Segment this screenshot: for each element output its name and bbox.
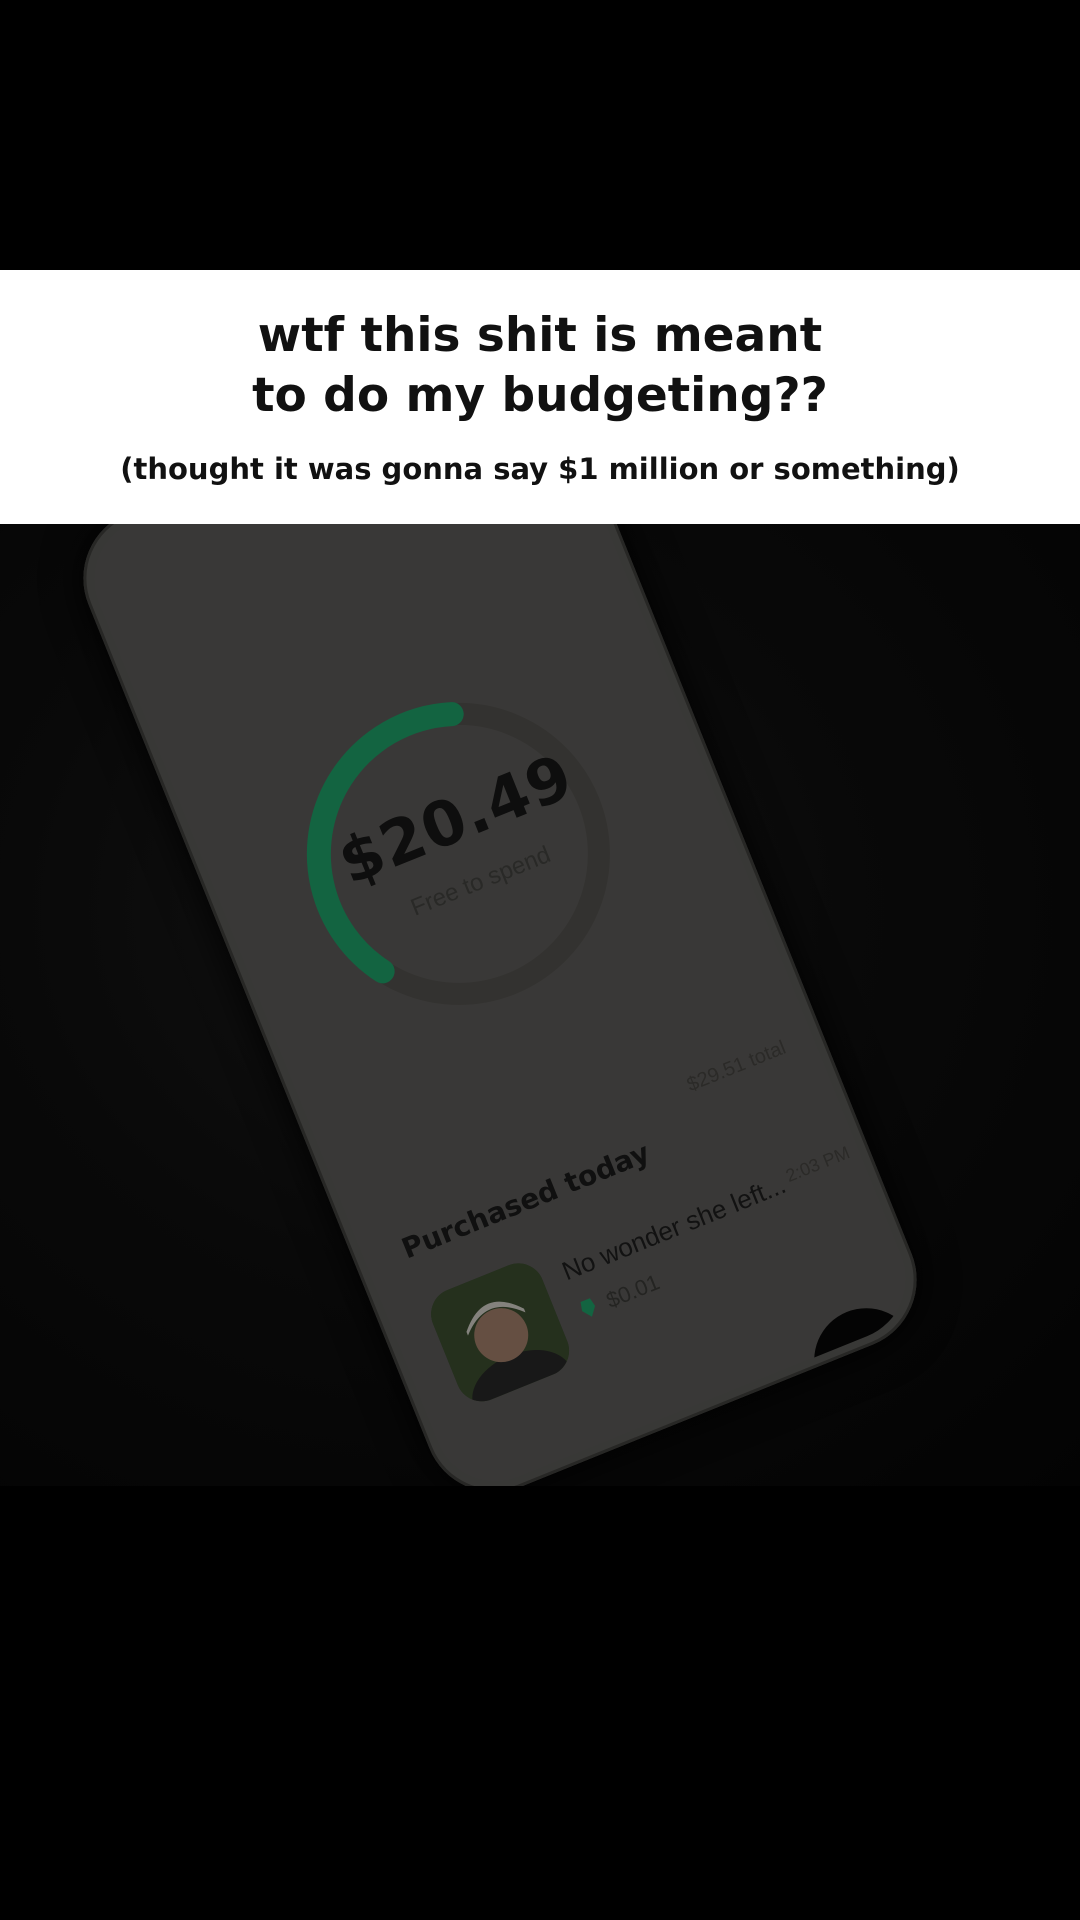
money-tag-icon	[580, 1298, 596, 1317]
phone-screen: $20.49 Free to spend $29.51 total Purcha…	[75, 524, 925, 1486]
purchase-price: $0.01	[602, 1269, 664, 1314]
phone-photo: $20.49 Free to spend $29.51 total Purcha…	[0, 524, 1080, 1486]
add-purchase-button[interactable]: +	[798, 1292, 925, 1428]
profile-icon	[864, 1449, 908, 1486]
total-spent: $29.51 total	[683, 1036, 790, 1097]
purchase-list-item[interactable]: No wonder she left... 2:03 PM $0.01	[414, 1131, 893, 1433]
top-letterbox	[0, 0, 1080, 270]
caption-title-line-2: to do my budgeting??	[252, 368, 828, 423]
bottom-letterbox	[0, 1486, 1080, 1920]
caption-subtitle: (thought it was gonna say $1 million or …	[120, 452, 960, 486]
purchase-avatar	[423, 1255, 577, 1410]
phone-device: $20.49 Free to spend $29.51 total Purcha…	[62, 524, 938, 1486]
caption-banner: wtf this shit is meant to do my budgetin…	[0, 270, 1080, 524]
caption-title-line-1: wtf this shit is meant	[257, 308, 823, 363]
purchase-time: 2:03 PM	[782, 1142, 853, 1186]
tab-profile[interactable]	[842, 1428, 925, 1486]
person-photo-icon	[423, 1255, 577, 1410]
caption-title: wtf this shit is meant to do my budgetin…	[0, 306, 1080, 426]
bottom-tab-bar	[499, 1406, 925, 1486]
